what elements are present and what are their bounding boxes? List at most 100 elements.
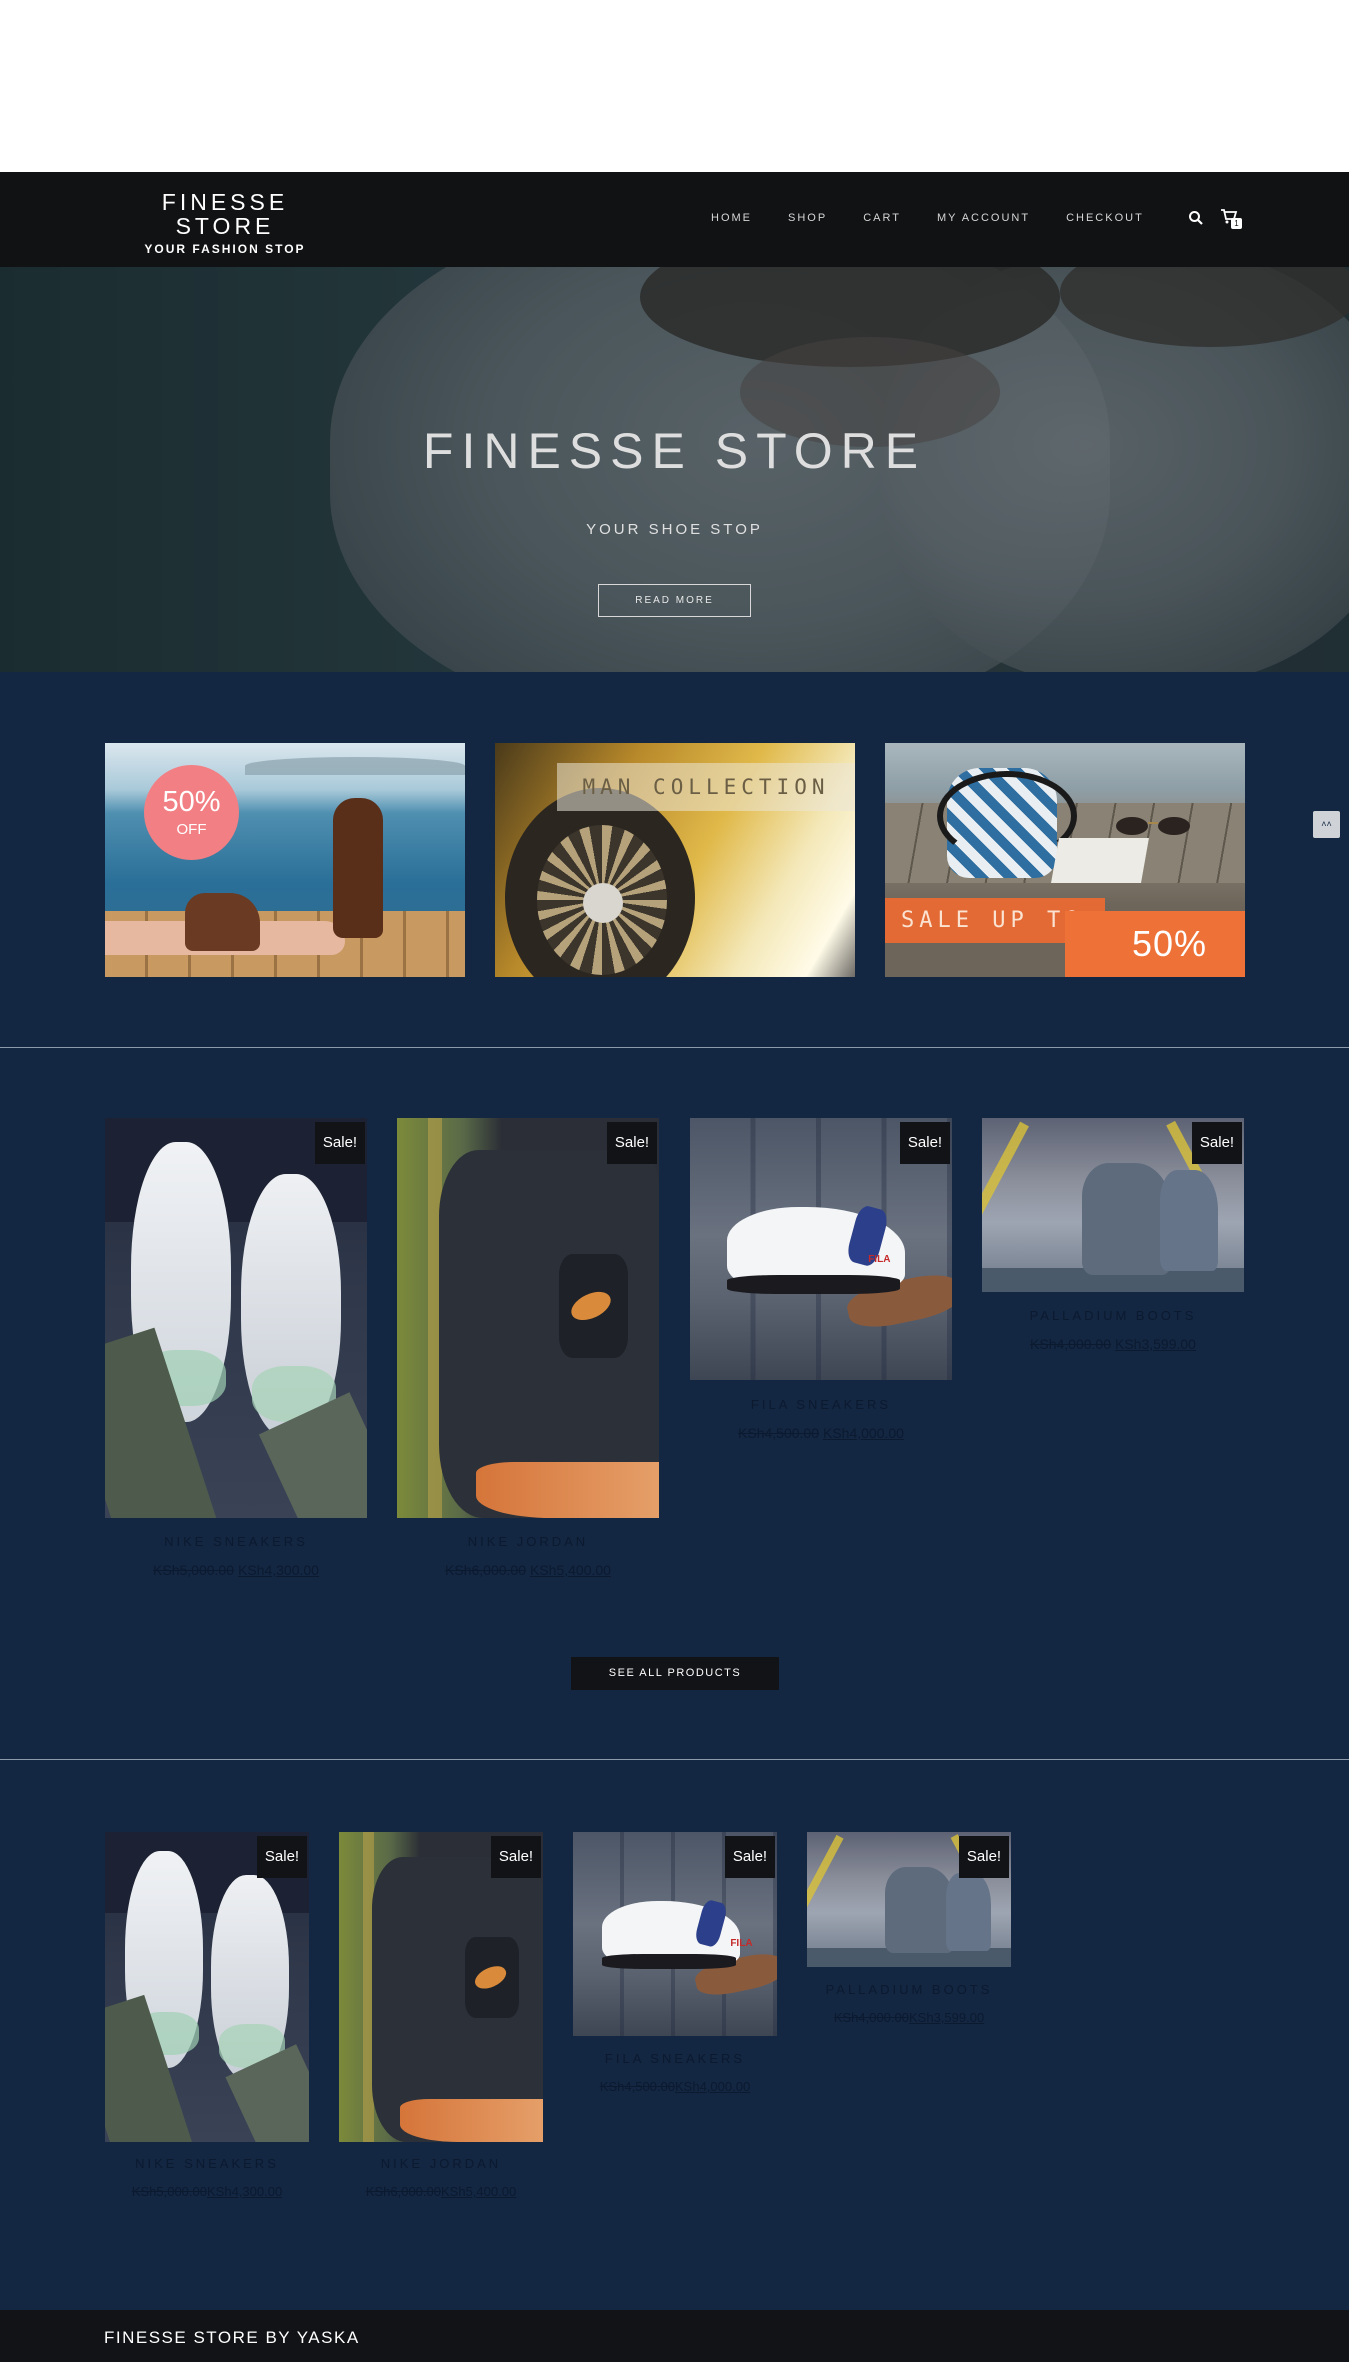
search-icon[interactable]: [1188, 210, 1204, 226]
new-price: KSh4,000.00: [675, 2079, 751, 2094]
old-price: KSh6,000.00: [365, 2184, 441, 2199]
product-card[interactable]: Sale! NIKE SNEAKERS KSh5,000.00KSh4,300.…: [105, 1118, 367, 1578]
old-price: KSh6,000.00: [445, 1562, 526, 1578]
section-divider: [0, 1759, 1349, 1760]
see-all-products-button[interactable]: SEE ALL PRODUCTS: [571, 1657, 779, 1690]
product-price: KSh5,000.00KSh4,300.00: [105, 2184, 309, 2199]
boot-left: [1081, 1163, 1171, 1275]
top-blank-area: [0, 0, 1349, 172]
product-image[interactable]: [105, 1832, 309, 2142]
sale-badge: Sale!: [315, 1122, 365, 1164]
shoe-sole: [601, 1954, 737, 1969]
product-price: KSh4,500.00KSh4,000.00: [573, 2079, 777, 2094]
product-image[interactable]: [339, 1832, 543, 2142]
product-name[interactable]: PALLADIUM BOOTS: [807, 1982, 1011, 1997]
sale-badge: Sale!: [1192, 1122, 1242, 1164]
sale-badge: Sale!: [725, 1836, 775, 1878]
product-card[interactable]: Sale! PALLADIUM BOOTS KSh4,000.00KSh3,59…: [807, 1832, 1011, 2032]
discount-badge-off: OFF: [176, 821, 207, 838]
read-more-button[interactable]: READ MORE: [598, 584, 751, 617]
bg-beam: [807, 1834, 844, 1911]
shoe-sole: [726, 1275, 900, 1294]
product-card[interactable]: Sale! NIKE JORDAN KSh6,000.00KSh5,400.00: [397, 1118, 659, 1578]
product-card[interactable]: Sale! PALLADIUM BOOTS KSh4,000.00KSh3,59…: [982, 1118, 1244, 1358]
product-name[interactable]: NIKE JORDAN: [339, 2156, 543, 2171]
product-card[interactable]: Sale! NIKE JORDAN KSh6,000.00KSh5,400.00: [339, 1832, 543, 2202]
promo-wheel-hub: [583, 883, 623, 923]
product-price: KSh4,000.00KSh3,599.00: [807, 2010, 1011, 2025]
fila-logo: FILA: [730, 1938, 753, 1950]
boot-left: [884, 1867, 954, 1954]
main-nav: HOME SHOP CART MY ACCOUNT CHECKOUT: [711, 212, 1180, 228]
promo-banner-boots[interactable]: 50% OFF: [105, 743, 465, 977]
bg-beam: [982, 1121, 1030, 1219]
new-price: KSh4,000.00: [823, 1425, 904, 1441]
product-name[interactable]: FILA SNEAKERS: [690, 1397, 952, 1412]
site-footer: FINESSE STORE BY YASKA: [0, 2310, 1349, 2362]
boot-right: [1160, 1170, 1218, 1272]
promo-boot-right: [333, 798, 383, 938]
new-price: KSh3,599.00: [909, 2010, 985, 2025]
sunglasses-icon: [1116, 817, 1190, 835]
shoe-sole: [400, 2098, 543, 2142]
promo-boot-left: [185, 893, 260, 951]
old-price: KSh5,000.00: [153, 1562, 234, 1578]
product-name[interactable]: NIKE JORDAN: [397, 1534, 659, 1549]
hero-subtitle: YOUR SHOE STOP: [586, 521, 763, 538]
sale-badge: Sale!: [257, 1836, 307, 1878]
nav-checkout[interactable]: CHECKOUT: [1066, 212, 1144, 228]
product-card[interactable]: FILA Sale! FILA SNEAKERS KSh4,500.00KSh4…: [573, 1832, 777, 2097]
product-price: KSh6,000.00KSh5,400.00: [339, 2184, 543, 2199]
sale-badge: Sale!: [607, 1122, 657, 1164]
nav-cart[interactable]: CART: [863, 212, 901, 228]
shoe-sole: [475, 1462, 659, 1518]
discount-badge-percent: 50%: [162, 786, 221, 818]
nav-shop[interactable]: SHOP: [788, 212, 827, 228]
sale-badge: Sale!: [900, 1122, 950, 1164]
product-price: KSh6,000.00KSh5,400.00: [397, 1562, 659, 1578]
cart-button[interactable]: 1: [1220, 208, 1242, 229]
promo-banner-sale[interactable]: SALE UP TO 50%: [885, 743, 1245, 977]
new-price: KSh3,599.00: [1115, 1336, 1196, 1352]
new-price: KSh5,400.00: [530, 1562, 611, 1578]
man-collection-label: MAN COLLECTION: [557, 763, 855, 811]
new-price: KSh5,400.00: [441, 2184, 517, 2199]
header-icons: 1: [1188, 208, 1242, 229]
new-price: KSh4,300.00: [207, 2184, 283, 2199]
boot-right: [945, 1872, 991, 1951]
site-logo[interactable]: FINESSE STORE YOUR FASHION STOP: [130, 190, 320, 256]
scroll-to-top-button[interactable]: ˄˄: [1313, 811, 1340, 838]
sale-percent-label: 50%: [1065, 911, 1245, 977]
hero-banner: FINESSE STORE YOUR SHOE STOP READ MORE: [0, 267, 1349, 672]
product-image[interactable]: [397, 1118, 659, 1518]
product-image[interactable]: [105, 1118, 367, 1518]
section-divider: [0, 1047, 1349, 1048]
product-card[interactable]: FILA Sale! FILA SNEAKERS KSh4,500.00KSh4…: [690, 1118, 952, 1448]
old-price: KSh4,500.00: [599, 2079, 675, 2094]
footer-credit: FINESSE STORE BY YASKA: [104, 2328, 360, 2347]
discount-badge: 50% OFF: [144, 765, 239, 860]
product-name[interactable]: NIKE SNEAKERS: [105, 1534, 367, 1549]
product-name[interactable]: NIKE SNEAKERS: [105, 2156, 309, 2171]
product-price: KSh4,000.00KSh3,599.00: [982, 1336, 1244, 1352]
cart-count-badge: 1: [1231, 218, 1242, 229]
promo-book: [1051, 838, 1149, 883]
hero-title: FINESSE STORE: [422, 423, 927, 479]
old-price: KSh4,000.00: [833, 2010, 909, 2025]
double-chevron-up-icon: ˄˄: [1321, 819, 1332, 829]
nav-my-account[interactable]: MY ACCOUNT: [937, 212, 1030, 228]
promo-bag-straps: [937, 771, 1077, 861]
old-price: KSh4,500.00: [738, 1425, 819, 1441]
logo-tagline: YOUR FASHION STOP: [144, 242, 306, 256]
old-price: KSh5,000.00: [131, 2184, 207, 2199]
product-card[interactable]: Sale! NIKE SNEAKERS KSh5,000.00KSh4,300.…: [105, 1832, 309, 2202]
site-header: FINESSE STORE YOUR FASHION STOP HOME SHO…: [0, 172, 1349, 267]
nav-home[interactable]: HOME: [711, 212, 752, 228]
product-name[interactable]: PALLADIUM BOOTS: [982, 1308, 1244, 1323]
product-price: KSh5,000.00KSh4,300.00: [105, 1562, 367, 1578]
sale-badge: Sale!: [959, 1836, 1009, 1878]
promo-banner-man-collection[interactable]: MAN COLLECTION: [495, 743, 855, 977]
logo-title: FINESSE STORE: [161, 189, 289, 239]
product-name[interactable]: FILA SNEAKERS: [573, 2051, 777, 2066]
product-price: KSh4,500.00KSh4,000.00: [690, 1425, 952, 1441]
